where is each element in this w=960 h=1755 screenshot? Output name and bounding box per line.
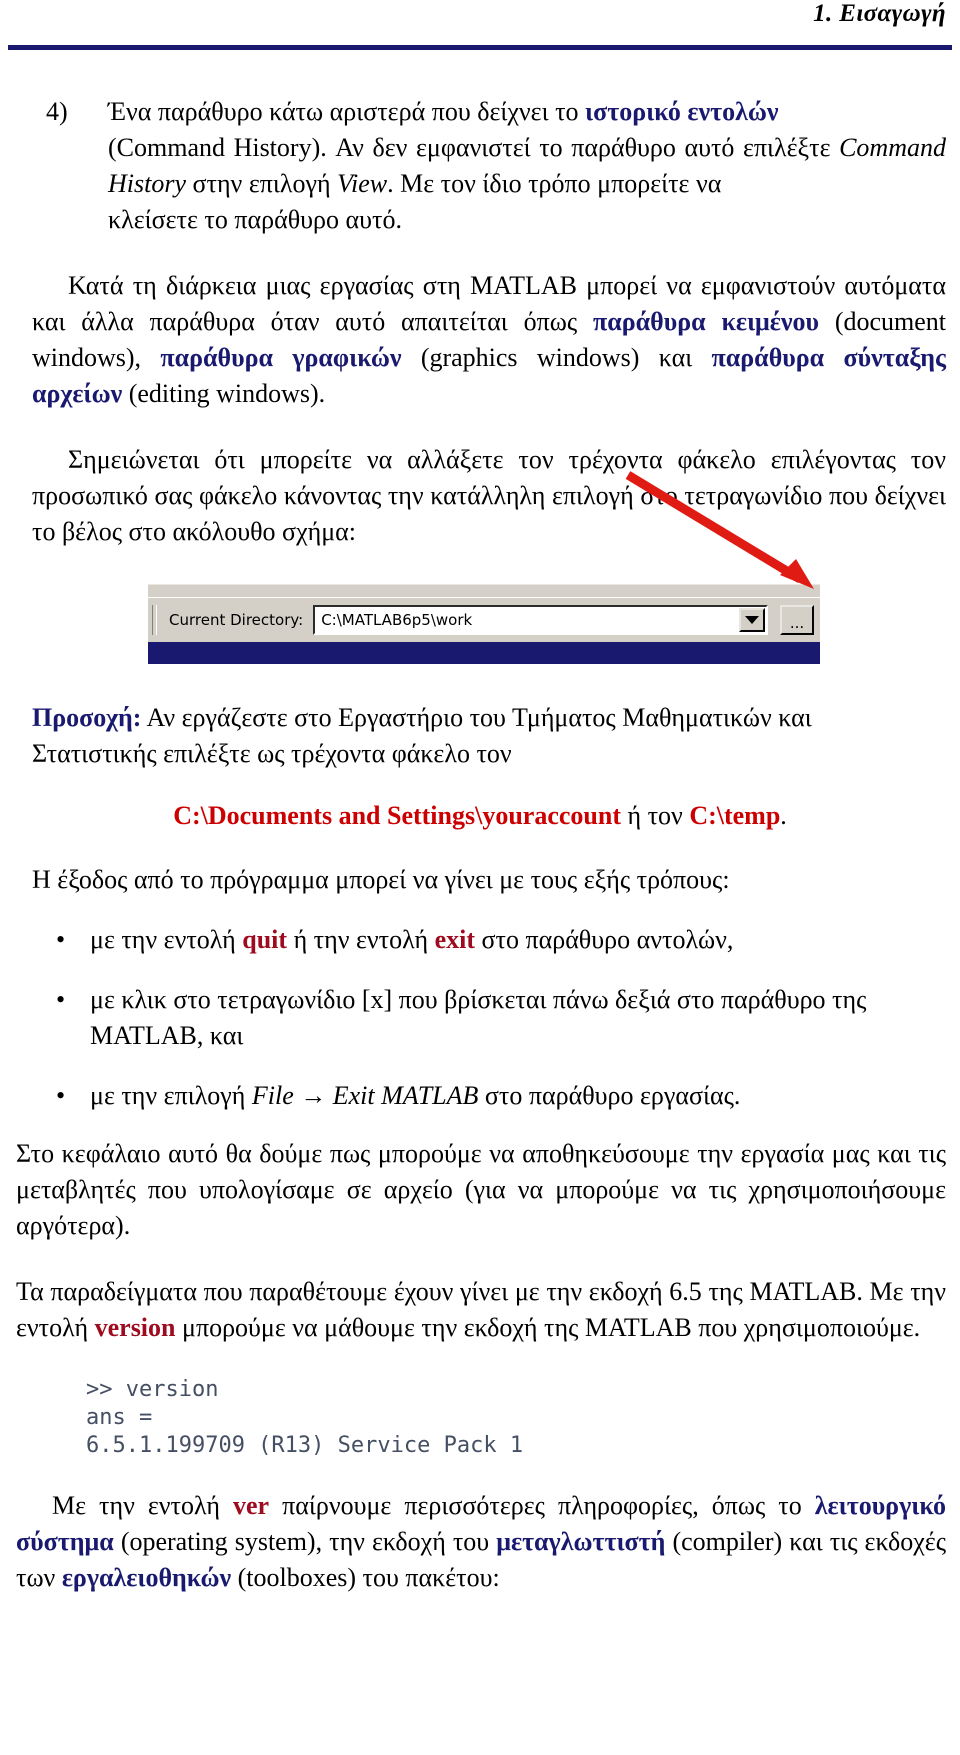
item4-line2-pre: (Command History). Αν δεν εμφανιστεί το … bbox=[108, 133, 840, 162]
header-divider-rule bbox=[8, 45, 952, 50]
attention-label: Προσοχή: bbox=[32, 703, 142, 732]
item4-line2-post: . Με τον ίδιο τρόπο μπορείτε να bbox=[387, 169, 722, 198]
term-toolboxes: εργαλειοθηκών bbox=[61, 1563, 232, 1592]
paragraph-window-types: Κατά τη διάρκεια μιας εργασίας στη MATLA… bbox=[8, 268, 952, 412]
b1-t1: με την εντολή bbox=[90, 925, 243, 954]
pw-emphasis-document-windows: παράθυρα κειμένου bbox=[592, 307, 820, 336]
menu-path-file-exit-matlab: File → Exit MATLAB bbox=[251, 1081, 479, 1110]
b3-t2: στο παράθυρο εργασίας. bbox=[478, 1081, 741, 1110]
pver-t5: (toolboxes) του πακέτου: bbox=[231, 1563, 500, 1592]
page-header: 1. Εισαγωγή bbox=[8, 0, 952, 52]
toolbar-drag-handle[interactable] bbox=[152, 605, 157, 635]
pver-t3: (operating system), την εκδοχή του bbox=[113, 1527, 497, 1556]
b2-line1: με κλικ στο τετραγωνίδιο [x] που βρίσκετ… bbox=[90, 985, 867, 1014]
attention-t2: Στατιστικής επιλέξτε ως τρέχοντα φάκελο … bbox=[32, 739, 512, 768]
path-documents-settings: C:\Documents and Settings\youraccount bbox=[173, 801, 621, 830]
pw-t3: (graphics windows) και bbox=[401, 343, 712, 372]
b2-line2: MATLAB, και bbox=[90, 1021, 244, 1050]
term-compiler: μεταγλωττιστή bbox=[496, 1527, 666, 1556]
command-quit: quit bbox=[242, 925, 288, 954]
bullet-icon: • bbox=[56, 925, 66, 954]
paragraph-exit-intro: Η έξοδος από το πρόγραμμα μπορεί να γίνε… bbox=[32, 865, 730, 894]
item4-line1-pre: Ένα παράθυρο κάτω αριστερά που δείχνει τ… bbox=[108, 97, 586, 126]
command-version: version bbox=[94, 1313, 176, 1342]
list-item: • με την επιλογή File → Exit MATLAB στο … bbox=[32, 1078, 952, 1114]
bullet-icon: • bbox=[56, 1081, 66, 1110]
pver-t2: παίρνουμε περισσότερες πληροφορίες, όπως… bbox=[269, 1491, 815, 1520]
attention-t1: Αν εργάζεστε στο Εργαστήριο του Τμήματος… bbox=[141, 703, 812, 732]
paragraph-attention: Προσοχή: Αν εργάζεστε στο Εργαστήριο του… bbox=[8, 700, 952, 772]
command-exit: exit bbox=[434, 925, 475, 954]
exit-methods-list: • με την εντολή quit ή την εντολή exit σ… bbox=[8, 922, 952, 1114]
bullet-3-text: με την επιλογή File → Exit MATLAB στο πα… bbox=[90, 1078, 952, 1114]
pver-t1: Με την εντολή bbox=[52, 1491, 233, 1520]
item4-emphasis-command-history: ιστορικό εντολών bbox=[585, 97, 779, 126]
screenshot-figure: Current Directory: C:\MATLAB6p5\work ... bbox=[8, 471, 952, 664]
header-chapter-title: 1. Εισαγωγή bbox=[813, 0, 946, 27]
numbered-item-4: 4) Ένα παράθυρο κάτω αριστερά που δείχνε… bbox=[8, 94, 952, 238]
path-period: . bbox=[780, 801, 787, 830]
toolbar-bottom-bar bbox=[148, 642, 820, 664]
current-directory-label: Current Directory: bbox=[169, 611, 304, 629]
list-item: • με την εντολή quit ή την εντολή exit σ… bbox=[32, 922, 952, 958]
b1-t2: ή την εντολή bbox=[287, 925, 435, 954]
paragraph-chapter-preview: Στο κεφάλαιο αυτό θα δούμε πως μπορούμε … bbox=[16, 1139, 946, 1240]
b1-t3: στο παράθυρο αντολών, bbox=[475, 925, 734, 954]
bullet-icon: • bbox=[56, 985, 66, 1014]
toolbar-top-strip bbox=[148, 585, 820, 598]
recommended-path-line: C:\Documents and Settings\youraccount ή … bbox=[8, 798, 952, 834]
document-page: 1. Εισαγωγή 4) Ένα παράθυρο κάτω αριστερ… bbox=[0, 0, 960, 1755]
current-directory-toolbar: Current Directory: C:\MATLAB6p5\work ... bbox=[148, 598, 820, 642]
matlab-console-output: >> version ans = 6.5.1.199709 (R13) Serv… bbox=[86, 1377, 524, 1458]
bullet-2-text: με κλικ στο τετραγωνίδιο [x] που βρίσκετ… bbox=[90, 982, 952, 1054]
numbered-item-text: Ένα παράθυρο κάτω αριστερά που δείχνει τ… bbox=[108, 94, 952, 238]
bullet-1-text: με την εντολή quit ή την εντολή exit στο… bbox=[90, 922, 952, 958]
pw-emphasis-graphics-windows: παράθυρα γραφικών bbox=[160, 343, 402, 372]
list-marker: 4) bbox=[46, 97, 68, 126]
b3-t1: με την επιλογή bbox=[90, 1081, 252, 1110]
path-temp: C:\temp bbox=[689, 801, 781, 830]
path-conjunction: ή τον bbox=[621, 801, 690, 830]
browse-folder-button[interactable]: ... bbox=[780, 605, 814, 635]
item4-line3: κλείσετε το παράθυρο αυτό. bbox=[108, 205, 402, 234]
paragraph-version: Τα παραδείγματα που παραθέτουμε έχουν γί… bbox=[8, 1274, 952, 1346]
pw-t4: (editing windows). bbox=[122, 379, 326, 408]
matlab-toolbar-screenshot: Current Directory: C:\MATLAB6p5\work ... bbox=[148, 471, 820, 664]
pv-t2: μπορούμε να μάθουμε την εκδοχή της MATLA… bbox=[175, 1313, 921, 1342]
list-item: • με κλικ στο τετραγωνίδιο [x] που βρίσκ… bbox=[32, 982, 952, 1054]
command-ver: ver bbox=[233, 1491, 270, 1520]
current-directory-combobox[interactable]: C:\MATLAB6p5\work bbox=[313, 605, 768, 635]
current-directory-value: C:\MATLAB6p5\work bbox=[321, 611, 473, 629]
paragraph-ver-command: Με την εντολή ver παίρνουμε περισσότερες… bbox=[8, 1488, 952, 1596]
chevron-down-icon[interactable] bbox=[739, 608, 765, 632]
item4-italic-view: View bbox=[337, 169, 388, 198]
paragraph-change-folder: Σημειώνεται ότι μπορείτε να αλλάξετε τον… bbox=[32, 445, 946, 546]
item4-line2-mid: στην επιλογή bbox=[186, 169, 338, 198]
